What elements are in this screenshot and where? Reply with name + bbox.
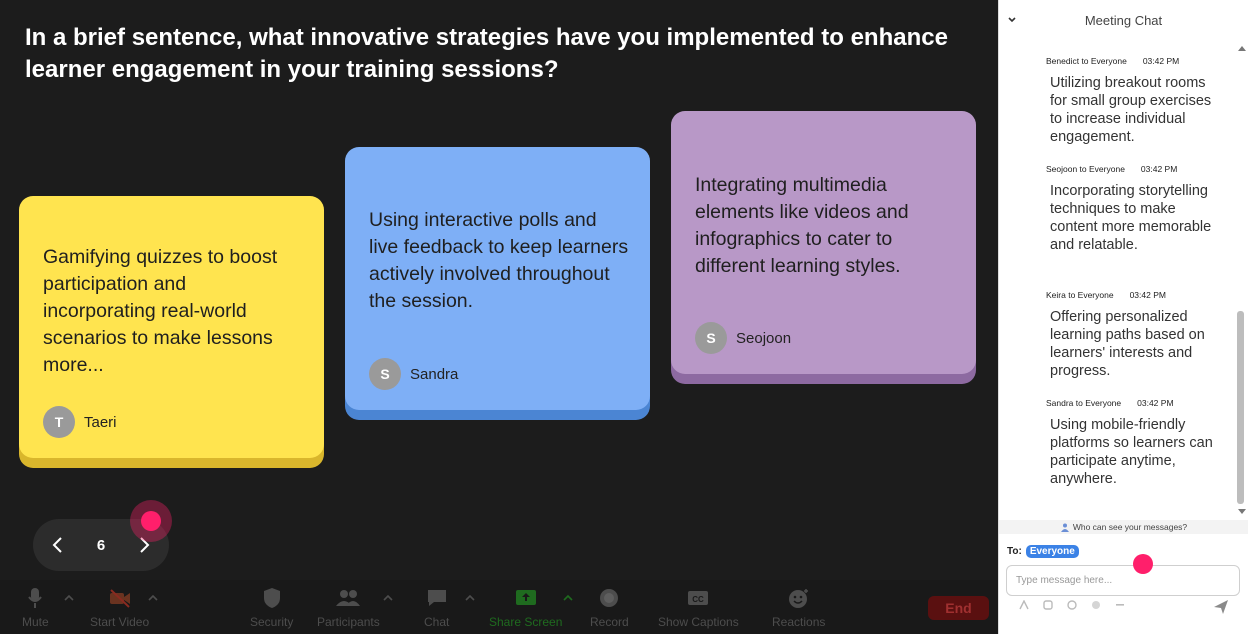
record-button[interactable]: Record bbox=[590, 586, 629, 629]
share-screen-button[interactable]: Share Screen bbox=[489, 586, 562, 629]
video-off-icon bbox=[109, 589, 130, 608]
emoji-icon[interactable] bbox=[1091, 600, 1101, 610]
prev-page-button[interactable] bbox=[51, 536, 65, 554]
microphone-icon bbox=[28, 588, 43, 608]
scroll-thumb[interactable] bbox=[1237, 311, 1244, 504]
captions-icon: CC bbox=[688, 591, 709, 605]
recipient-selector[interactable]: Everyone bbox=[1025, 545, 1079, 558]
message-time: 03:42 PM bbox=[1140, 164, 1178, 174]
message-text: Incorporating storytelling techniques to… bbox=[1050, 183, 1212, 253]
record-icon bbox=[600, 589, 619, 607]
chevron-up-icon[interactable] bbox=[63, 592, 75, 604]
avatar: S bbox=[369, 358, 401, 390]
chat-title: Meeting Chat bbox=[1084, 12, 1163, 28]
scroll-down-icon bbox=[1238, 509, 1246, 514]
svg-text:CC: CC bbox=[693, 595, 705, 604]
chevron-up-icon[interactable] bbox=[147, 592, 159, 604]
chevron-left-icon bbox=[52, 537, 62, 553]
message-sender: Seojoon to Everyone bbox=[1046, 164, 1125, 174]
chat-message: Seojoon to Everyone 03:42 PM Incorporatin… bbox=[1046, 164, 1226, 254]
chat-format-tools bbox=[1019, 600, 1125, 610]
reactions-button[interactable]: Reactions bbox=[772, 586, 825, 629]
mute-button[interactable]: Mute bbox=[22, 586, 49, 629]
message-list: Benedict to Everyone 03:42 PM Utilizing b… bbox=[999, 40, 1235, 518]
to-label: To: bbox=[1007, 546, 1022, 557]
author-name: Seojoon bbox=[736, 329, 792, 347]
click-indicator bbox=[1133, 554, 1153, 574]
send-icon bbox=[1214, 600, 1228, 614]
person-icon bbox=[1060, 523, 1069, 532]
screenshot-icon[interactable] bbox=[1043, 600, 1053, 610]
response-card[interactable]: Integrating multimedia elements like vid… bbox=[671, 111, 976, 374]
card-text: Integrating multimedia elements like vid… bbox=[695, 174, 909, 277]
chevron-up-icon[interactable] bbox=[382, 592, 394, 604]
message-sender: Keira to Everyone bbox=[1046, 290, 1114, 300]
card-text: Using interactive polls and live feedbac… bbox=[369, 209, 629, 312]
message-input[interactable] bbox=[1006, 565, 1240, 596]
card-author: T Taeri bbox=[43, 406, 117, 438]
file-icon[interactable] bbox=[1067, 600, 1077, 610]
message-time: 03:42 PM bbox=[1142, 56, 1180, 66]
message-time: 03:42 PM bbox=[1137, 398, 1174, 408]
author-name: Taeri bbox=[84, 413, 117, 431]
question-title: In a brief sentence, what innovative str… bbox=[25, 24, 948, 83]
chat-message: Keira to Everyone 03:42 PM Offering perso… bbox=[1046, 290, 1226, 380]
meeting-toolbar: Mute Start Video Security Participants C… bbox=[0, 580, 998, 634]
share-screen-icon bbox=[515, 590, 536, 605]
recipient-row: To: Everyone bbox=[1007, 545, 1079, 558]
card-author: S Sandra bbox=[369, 358, 458, 390]
show-captions-button[interactable]: CC Show Captions bbox=[658, 586, 739, 629]
author-name: Sandra bbox=[410, 365, 459, 383]
avatar: S bbox=[695, 322, 727, 354]
message-text: Utilizing breakout rooms for small group… bbox=[1050, 75, 1212, 145]
send-button[interactable] bbox=[1210, 597, 1232, 617]
chat-header: Meeting Chat bbox=[999, 0, 1248, 40]
participants-button[interactable]: Participants bbox=[317, 586, 380, 629]
chat-message: Benedict to Everyone 03:42 PM Utilizing b… bbox=[1046, 56, 1226, 146]
chevron-up-icon[interactable] bbox=[562, 592, 574, 604]
chat-message: Sandra to Everyone 03:42 PM Using mobile-… bbox=[1046, 398, 1226, 488]
message-sender: Benedict to Everyone bbox=[1046, 56, 1127, 66]
more-icon[interactable] bbox=[1115, 600, 1125, 610]
message-text: Using mobile-friendly platforms so learn… bbox=[1050, 417, 1213, 487]
start-video-button[interactable]: Start Video bbox=[90, 586, 149, 629]
message-sender: Sandra to Everyone bbox=[1046, 398, 1122, 408]
card-text: Gamifying quizzes to boost participation… bbox=[43, 246, 278, 376]
meeting-chat-panel: Meeting Chat Benedict to Everyone 03:42 P… bbox=[998, 0, 1248, 634]
click-indicator bbox=[130, 500, 172, 542]
chevron-up-icon[interactable] bbox=[464, 592, 476, 604]
message-time: 03:42 PM bbox=[1129, 290, 1166, 300]
message-text: Offering personalized learning paths bas… bbox=[1050, 309, 1205, 379]
chevron-down-icon[interactable] bbox=[1007, 15, 1017, 25]
card-author: S Seojoon bbox=[695, 322, 791, 354]
format-icon[interactable] bbox=[1019, 600, 1029, 610]
who-can-see-link[interactable]: Who can see your messages? bbox=[999, 520, 1248, 534]
participants-icon bbox=[336, 590, 361, 606]
smiley-icon bbox=[788, 589, 808, 608]
shield-icon bbox=[263, 588, 280, 608]
page-number: 6 bbox=[96, 536, 106, 554]
response-card[interactable]: Gamifying quizzes to boost participation… bbox=[19, 196, 324, 458]
chat-bubble-icon bbox=[427, 590, 446, 606]
scroll-up-icon bbox=[1238, 46, 1246, 51]
chat-button[interactable]: Chat bbox=[424, 586, 449, 629]
response-card[interactable]: Using interactive polls and live feedbac… bbox=[345, 147, 650, 410]
security-button[interactable]: Security bbox=[250, 586, 293, 629]
presentation-stage: In a brief sentence, what innovative str… bbox=[0, 0, 998, 634]
avatar: T bbox=[43, 406, 75, 438]
end-meeting-button[interactable]: End bbox=[928, 596, 989, 620]
